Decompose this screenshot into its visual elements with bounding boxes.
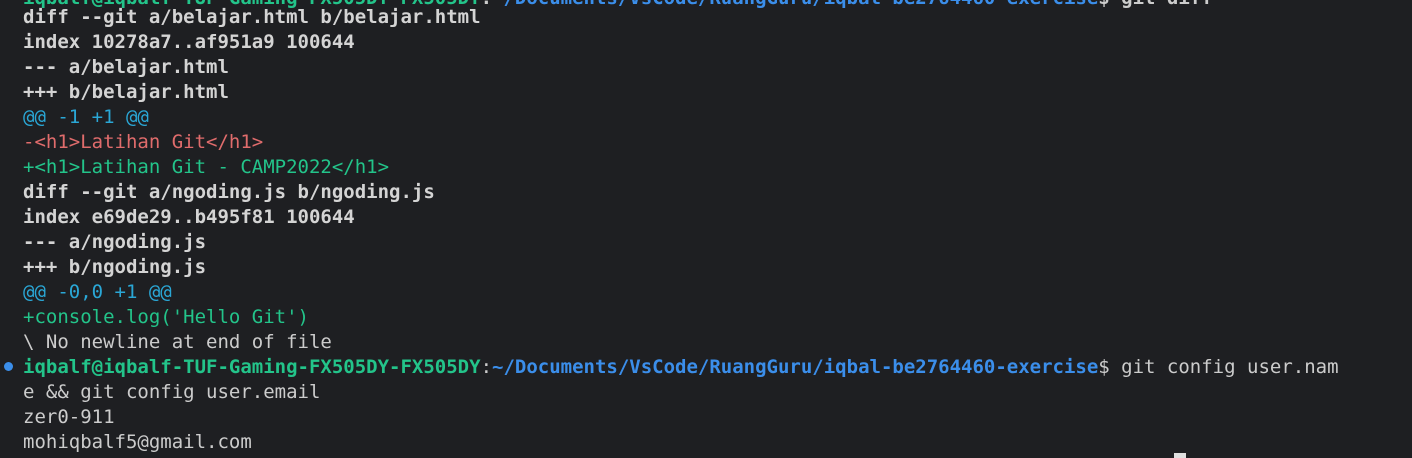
command-text-wrapped: e && git config user.email [23,381,321,403]
prompt-symbol: $ [1098,356,1110,378]
diff-added-line: +<h1>Latihan Git - CAMP2022</h1> [23,156,390,178]
diff-new-file-line: +++ b/belajar.html [23,81,229,103]
terminal-panel[interactable]: iqbalf@iqbalf-TUF-Gaming-FX505DY-FX505DY… [0,0,1412,458]
prompt-separator: : [480,356,493,378]
terminal-cursor [1174,453,1186,458]
diff-no-newline-notice: \ No newline at end of file [23,331,332,353]
diff-deleted-line: -<h1>Latihan Git</h1> [23,131,264,153]
prompt-path: ~/Documents/VsCode/RuangGuru/iqbal-be276… [492,356,1099,378]
diff-added-line: +console.log('Hello Git') [23,306,309,328]
prompt-user-host: iqbalf@iqbalf-TUF-Gaming-FX505DY-FX505DY [23,356,481,378]
diff-header-line: diff --git a/belajar.html b/belajar.html [23,6,481,28]
prompt-line: iqbalf@iqbalf-TUF-Gaming-FX505DY-FX505DY… [23,355,1339,380]
output-user-email: mohiqbalf5@gmail.com [23,431,252,453]
diff-new-file-line: +++ b/ngoding.js [23,256,207,278]
command-decoration-dot-icon[interactable] [4,362,13,371]
output-user-name: zer0-911 [23,406,115,428]
diff-hunk-header: @@ -0,0 +1 @@ [23,281,172,303]
diff-index-line: index 10278a7..af951a9 100644 [23,31,355,53]
diff-hunk-header: @@ -1 +1 @@ [23,106,149,128]
diff-old-file-line: --- a/ngoding.js [23,231,207,253]
diff-old-file-line: --- a/belajar.html [23,56,229,78]
diff-header-line: diff --git a/ngoding.js b/ngoding.js [23,181,435,203]
diff-index-line: index e69de29..b495f81 100644 [23,206,355,228]
command-text: git config user.nam [1109,356,1339,378]
